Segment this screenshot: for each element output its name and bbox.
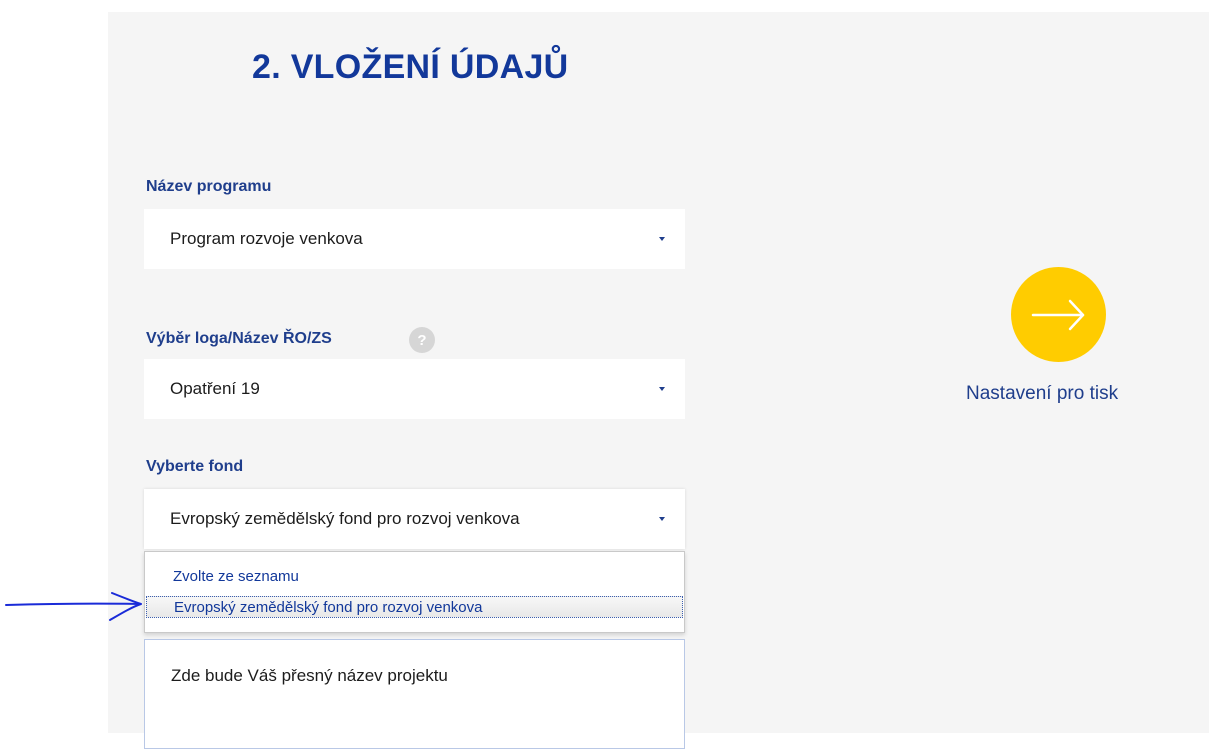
logo-select-value: Opatření 19	[170, 379, 260, 398]
project-name-value: Zde bude Váš přesný název projektu	[171, 666, 448, 685]
fund-label: Vyberte fond	[146, 458, 244, 475]
chevron-down-icon	[659, 237, 665, 241]
program-label: Název programu	[146, 178, 272, 195]
fund-select[interactable]: Evropský zemědělský fond pro rozvoj venk…	[144, 489, 685, 549]
fund-option[interactable]: Zvolte ze seznamu	[146, 566, 683, 588]
next-button[interactable]	[1011, 267, 1106, 362]
fund-dropdown-list: Zvolte ze seznamu Evropský zemědělský fo…	[144, 551, 685, 633]
fund-option-highlighted[interactable]: Evropský zemědělský fond pro rozvoj venk…	[146, 596, 683, 618]
help-icon[interactable]: ?	[409, 327, 435, 353]
page-title: 2. VLOŽENÍ ÚDAJŮ	[252, 48, 569, 86]
logo-select[interactable]: Opatření 19	[144, 359, 685, 419]
fund-select-value: Evropský zemědělský fond pro rozvoj venk…	[170, 509, 520, 528]
program-select[interactable]: Program rozvoje venkova	[144, 209, 685, 269]
program-select-value: Program rozvoje venkova	[170, 229, 363, 248]
next-button-label[interactable]: Nastavení pro tisk	[966, 383, 1118, 405]
chevron-down-icon	[659, 517, 665, 521]
logo-label: Výběr loga/Název ŘO/ZS	[146, 330, 332, 347]
annotation-arrow-icon	[5, 592, 142, 621]
arrow-right-icon	[1031, 299, 1085, 331]
chevron-down-icon	[659, 387, 665, 391]
